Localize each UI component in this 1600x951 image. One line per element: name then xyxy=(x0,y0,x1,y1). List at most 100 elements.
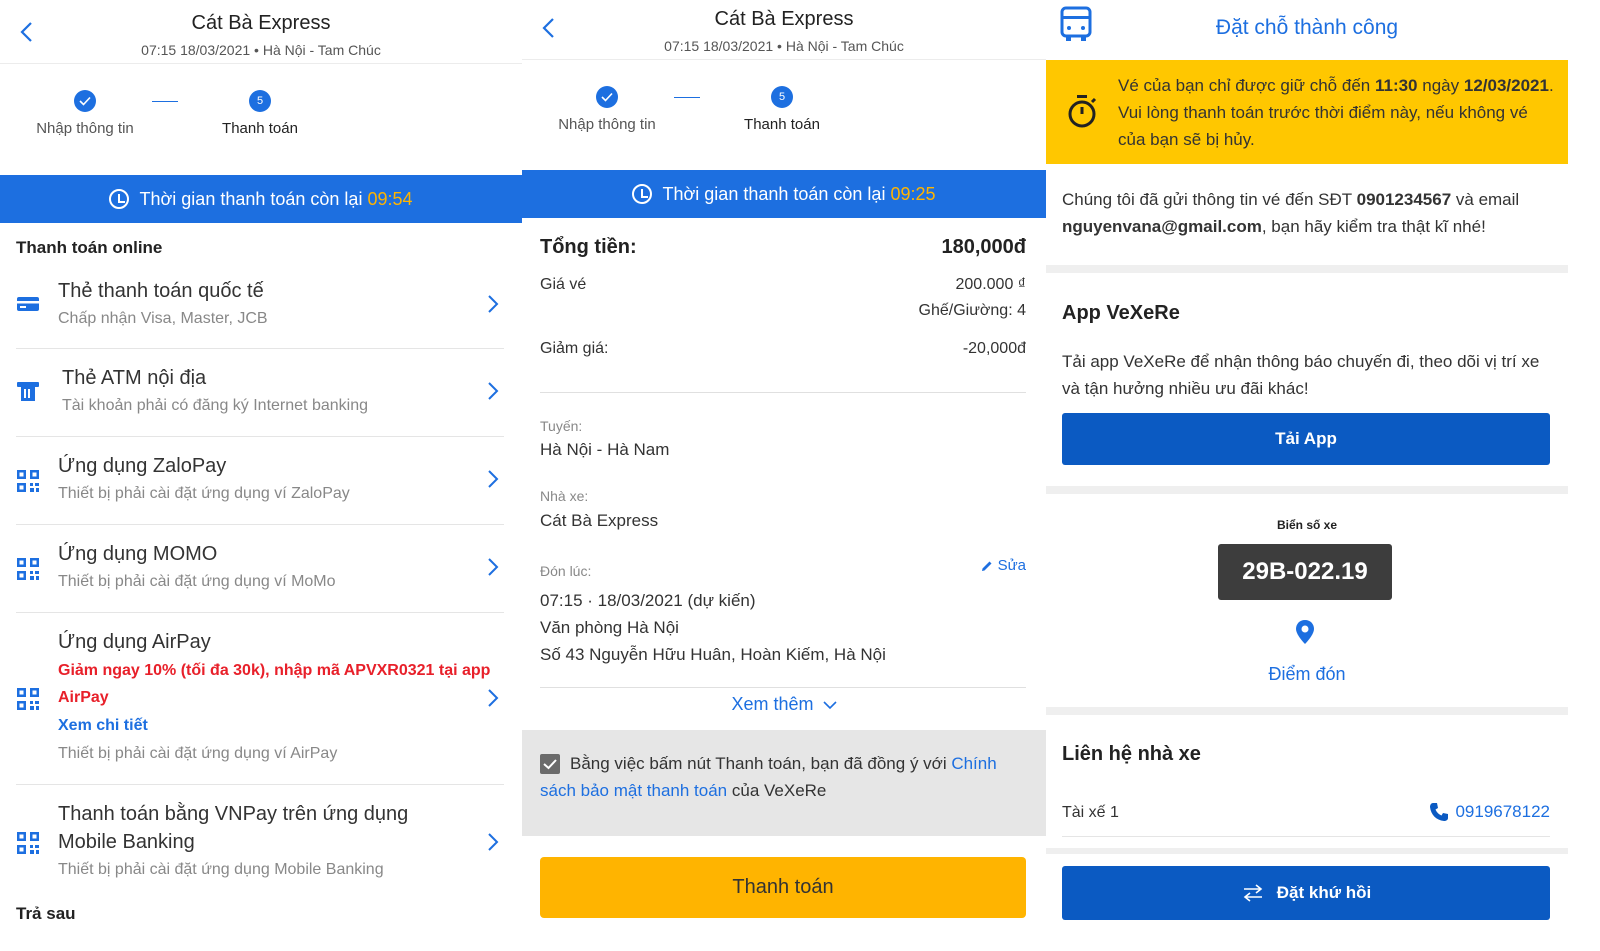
step-label: Thanh toán xyxy=(222,120,298,137)
hold-date: 12/03/2021 xyxy=(1463,76,1549,95)
success-title: Đặt chỗ thành công xyxy=(1215,16,1399,39)
step-badge: 5 xyxy=(771,86,793,108)
section-later-title: Trả sau xyxy=(16,904,76,923)
header: Cát Bà Express 07:15 18/03/2021 • Hà Nội… xyxy=(522,0,1046,60)
section-separator xyxy=(1046,265,1568,273)
pickup-address: Số 43 Nguyễn Hữu Huân, Hoàn Kiếm, Hà Nội xyxy=(540,645,886,664)
payment-method-airpay[interactable]: Ứng dụng AirPay Giảm ngay 10% (tối đa 30… xyxy=(16,613,504,785)
terms-text: Bằng việc bấm nút Thanh toán, bạn đã đồn… xyxy=(540,750,1026,804)
step-label: Nhập thông tin xyxy=(36,120,134,137)
method-title: Ứng dụng AirPay xyxy=(58,631,211,653)
sent-email: nguyenvana@gmail.com xyxy=(1062,217,1262,236)
step-label: Nhập thông tin xyxy=(558,116,656,133)
method-sub: Thiết bị phải cài đặt ứng dụng ví AirPay xyxy=(58,745,338,762)
return-trip-label: Đặt khứ hồi xyxy=(1276,883,1372,902)
chevron-right-icon xyxy=(488,689,499,707)
method-title: Ứng dụng MOMO xyxy=(58,543,218,565)
step-connector xyxy=(152,101,178,102)
sent-part: , bạn hãy kiểm tra thật kĩ nhé! xyxy=(1261,217,1486,236)
method-sub: Thiết bị phải cài đặt ứng dụng ví MoMo xyxy=(58,573,336,590)
pickup-point-link[interactable]: Điểm đón xyxy=(1046,664,1568,685)
section-online-title: Thanh toán online xyxy=(16,238,163,257)
see-details-link[interactable]: Xem chi tiết xyxy=(58,717,148,735)
payment-methods-screen: Cát Bà Express 07:15 18/03/2021 • Hà Nội… xyxy=(0,0,522,951)
timer-text: Thời gian thanh toán còn lại xyxy=(139,188,363,209)
check-icon xyxy=(74,90,96,112)
divider xyxy=(1062,836,1550,837)
qr-code-icon xyxy=(17,832,39,854)
warning-text: Vé của bạn chỉ được giữ chỗ đến 11:30 ng… xyxy=(1118,72,1554,153)
app-desc: Tải app VeXeRe để nhận thông báo chuyến … xyxy=(1062,352,1540,398)
ticket-price-value: 200.000 ₫ xyxy=(955,276,1027,293)
chevron-right-icon xyxy=(488,558,499,576)
discount-row: Giảm giá: -20,000đ xyxy=(540,340,1026,358)
method-title: Ứng dụng ZaloPay xyxy=(58,455,227,477)
route-label: Tuyến: xyxy=(540,418,583,434)
payment-summary-screen: Cát Bà Express 07:15 18/03/2021 • Hà Nội… xyxy=(522,0,1046,951)
timer-value: 09:54 xyxy=(367,188,413,209)
sent-part: Chúng tôi đã gửi thông tin vé đến SĐT xyxy=(1062,190,1352,209)
operator-label: Nhà xe: xyxy=(540,488,589,504)
seats-value: Ghế/Giường: 4 xyxy=(918,302,1026,319)
sent-phone: 0901234567 xyxy=(1356,190,1452,209)
see-more-button[interactable]: Xem thêm xyxy=(522,694,1046,715)
payment-method-vnpay[interactable]: Thanh toán bằng VNPay trên ứng dụng Mobi… xyxy=(16,785,504,895)
method-title-line1: Thanh toán bằng VNPay trên ứng dụng xyxy=(58,803,409,825)
step-badge: 5 xyxy=(249,90,271,112)
method-sub: Tài khoản phải có đăng ký Internet banki… xyxy=(62,397,368,414)
see-more-label: Xem thêm xyxy=(731,694,814,714)
hold-warning: Vé của bạn chỉ được giữ chỗ đến 11:30 ng… xyxy=(1046,60,1568,164)
pickup-place: Văn phòng Hà Nội xyxy=(540,618,679,637)
payment-method-zalopay[interactable]: Ứng dụng ZaloPay Thiết bị phải cài đặt ứ… xyxy=(16,437,504,525)
pay-button[interactable]: Thanh toán xyxy=(540,857,1026,918)
trip-subtitle: 07:15 18/03/2021 • Hà Nội - Tam Chúc xyxy=(141,42,381,58)
payment-timer: Thời gian thanh toán còn lại 09:54 xyxy=(0,175,522,223)
method-sub: Thiết bị phải cài đặt ứng dụng Mobile Ba… xyxy=(58,861,384,878)
payment-method-intl-card[interactable]: Thẻ thanh toán quốc tế Chấp nhận Visa, M… xyxy=(16,264,504,349)
plate-label: Biển số xe xyxy=(1276,518,1338,532)
page-title: Cát Bà Express xyxy=(714,8,854,30)
warning-part: ngày xyxy=(1422,76,1460,95)
stopwatch-icon xyxy=(1068,95,1097,128)
qr-code-icon xyxy=(17,470,39,492)
download-app-button[interactable]: Tải App xyxy=(1062,413,1550,465)
check-icon xyxy=(596,86,618,108)
divider xyxy=(540,687,1026,688)
step-payment: 5 Thanh toán xyxy=(707,86,857,133)
step-payment: 5 Thanh toán xyxy=(185,90,335,137)
step-label: Thanh toán xyxy=(744,116,820,133)
terms-pre: Bằng việc bấm nút Thanh toán, bạn đã đồn… xyxy=(570,754,947,773)
divider xyxy=(540,392,1026,393)
timer-value: 09:25 xyxy=(890,183,936,204)
edit-pickup-button[interactable]: Sửa xyxy=(980,557,1026,574)
chevron-right-icon xyxy=(488,470,499,488)
warning-part: Vé của bạn chỉ được giữ chỗ đến xyxy=(1118,76,1371,95)
route-value: Hà Nội - Hà Nam xyxy=(540,440,670,459)
method-title: Thẻ ATM nội địa xyxy=(62,367,207,389)
payment-method-atm[interactable]: Thẻ ATM nội địa Tài khoản phải có đăng k… xyxy=(16,349,504,437)
atm-icon xyxy=(17,382,39,401)
method-title-line2: Mobile Banking xyxy=(58,831,195,853)
total-row: Tổng tiền: 180,000đ xyxy=(540,236,1026,259)
terms-post: của VeXeRe xyxy=(731,781,827,800)
chevron-right-icon xyxy=(488,295,499,313)
payment-method-momo[interactable]: Ứng dụng MOMO Thiết bị phải cài đặt ứng … xyxy=(16,525,504,613)
edit-label: Sửa xyxy=(997,557,1026,574)
step-info: Nhập thông tin xyxy=(532,86,682,133)
method-title: Thẻ thanh toán quốc tế xyxy=(58,280,264,302)
pickup-time: 07:15 · 18/03/2021 (dự kiến) xyxy=(540,591,756,610)
return-trip-button[interactable]: Đặt khứ hồi xyxy=(1062,866,1550,920)
driver-phone-link[interactable]: 0919678122 xyxy=(1429,802,1550,822)
method-sub: Chấp nhận Visa, Master, JCB xyxy=(58,310,268,327)
credit-card-icon xyxy=(17,297,39,311)
section-separator xyxy=(1046,848,1568,854)
map-pin-icon xyxy=(1296,620,1314,644)
section-separator xyxy=(1046,707,1568,715)
seats-row: Ghế/Giường: 4 xyxy=(540,302,1026,320)
sent-part: và email xyxy=(1455,190,1520,209)
trip-subtitle: 07:15 18/03/2021 • Hà Nội - Tam Chúc xyxy=(664,38,904,54)
payment-timer: Thời gian thanh toán còn lại 09:25 xyxy=(522,170,1046,218)
discount-label: Giảm giá: xyxy=(540,340,609,357)
pencil-icon xyxy=(981,561,992,571)
page-title: Cát Bà Express xyxy=(191,12,331,34)
